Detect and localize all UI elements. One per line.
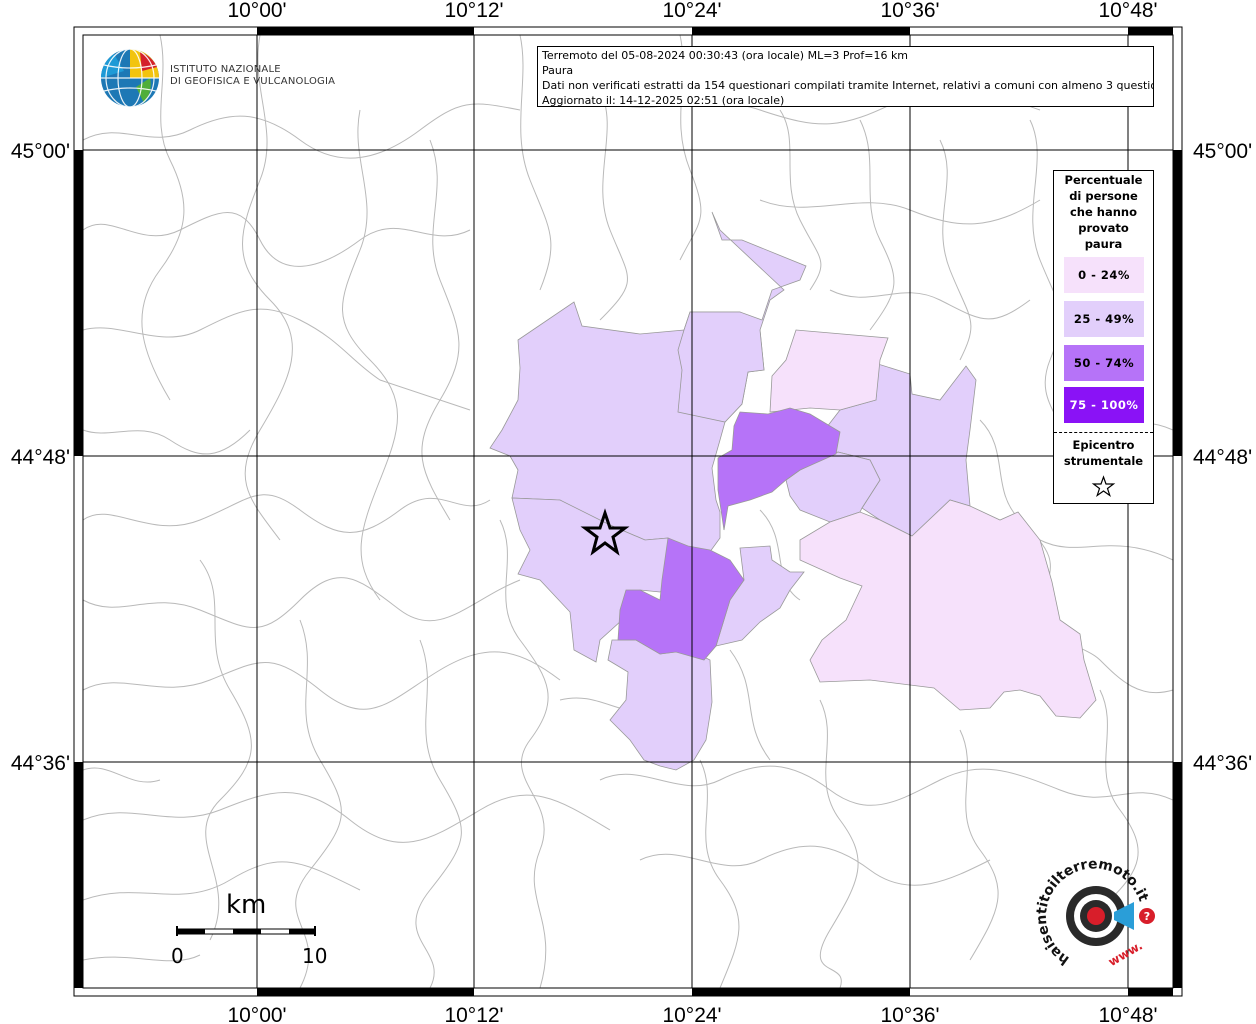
- lat-label-left: 44°48': [11, 446, 70, 469]
- logo-url-text: www.: [1106, 938, 1145, 969]
- legend-epicenter-label: Epicentro strumentale: [1063, 438, 1144, 468]
- lat-label-left: 45°00': [11, 140, 70, 163]
- star-icon: [1091, 475, 1116, 498]
- scale-bar-graphic: [176, 926, 316, 936]
- target-megaphone-icon: ? haisentitoilterremoto.it www.: [1034, 856, 1155, 969]
- ingv-logo: ISTITUTO NAZIONALE DI GEOFISICA E VULCAN…: [100, 47, 340, 111]
- lon-label-bottom: 10°12': [444, 1004, 503, 1024]
- lon-label-top: 10°00': [227, 0, 286, 22]
- update-timestamp: Aggiornato il: 14-12-2025 02:51 (ora loc…: [542, 94, 785, 107]
- lat-label-right: 44°36': [1193, 752, 1252, 775]
- question-mark: ?: [1144, 910, 1150, 923]
- ingv-name-line2: DI GEOFISICA E VULCANOLOGIA: [170, 76, 336, 87]
- legend-title: Percentuale di persone che hanno provato…: [1064, 173, 1143, 251]
- scale-start: 0: [171, 944, 184, 968]
- map-parameter: Paura: [542, 64, 574, 77]
- lon-label-bottom: 10°48': [1098, 1004, 1157, 1024]
- lon-label-top: 10°12': [444, 0, 503, 22]
- scale-end: 10: [302, 944, 328, 968]
- event-info-box: Terremoto del 05-08-2024 00:30:43 (ora l…: [537, 46, 1154, 107]
- ingv-globe-icon: [101, 48, 159, 108]
- legend-class-50-74: 50 - 74%: [1064, 345, 1144, 381]
- data-disclaimer: Dati non verificati estratti da 154 ques…: [542, 79, 1154, 92]
- haisentitoilterremoto-logo: ? haisentitoilterremoto.it www.: [1030, 856, 1170, 978]
- lat-label-right: 45°00': [1193, 140, 1252, 163]
- longitude-labels-bottom: 10°00' 10°12' 10°24' 10°36' 10°48': [227, 1004, 1157, 1024]
- latitude-labels-left: 45°00' 44°48' 44°36': [11, 140, 70, 775]
- lon-label-bottom: 10°24': [662, 1004, 721, 1024]
- lon-label-bottom: 10°00': [227, 1004, 286, 1024]
- lat-label-left: 44°36': [11, 752, 70, 775]
- scale-unit: km: [226, 890, 267, 920]
- lat-label-right: 44°48': [1193, 446, 1252, 469]
- legend-class-0-24: 0 - 24%: [1064, 257, 1144, 293]
- longitude-labels-top: 10°00' 10°12' 10°24' 10°36' 10°48': [227, 0, 1157, 22]
- lon-label-top: 10°24': [662, 0, 721, 22]
- ingv-name-line1: ISTITUTO NAZIONALE: [170, 64, 281, 75]
- event-title: Terremoto del 05-08-2024 00:30:43 (ora l…: [542, 49, 909, 62]
- lon-label-bottom: 10°36': [880, 1004, 939, 1024]
- legend-class-75-100: 75 - 100%: [1064, 387, 1144, 423]
- lon-label-top: 10°36': [880, 0, 939, 22]
- legend: Percentuale di persone che hanno provato…: [1053, 170, 1154, 504]
- lon-label-top: 10°48': [1098, 0, 1157, 22]
- legend-separator: [1054, 432, 1153, 433]
- legend-class-25-49: 25 - 49%: [1064, 301, 1144, 337]
- scale-bar: km 0 10: [168, 890, 338, 970]
- latitude-labels-right: 45°00' 44°48' 44°36': [1193, 140, 1252, 775]
